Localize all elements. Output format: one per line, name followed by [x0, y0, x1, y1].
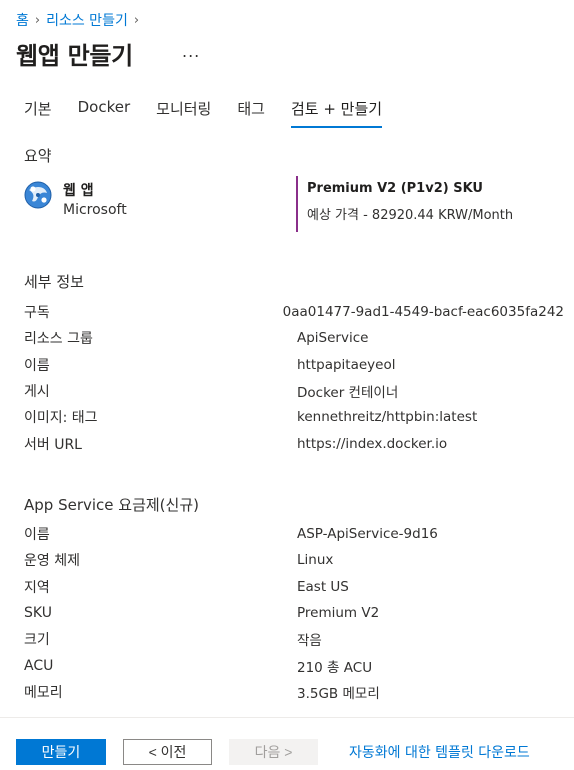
row-value: ApiService — [297, 330, 369, 347]
row-key: 구독 — [24, 305, 50, 322]
details-heading: 세부 정보 — [24, 273, 84, 291]
chevron-right-icon: › — [34, 12, 41, 28]
tab-tags[interactable]: 태그 — [237, 98, 265, 125]
sku-title: Premium V2 (P1v2) SKU — [307, 181, 483, 196]
table-row: 이미지: 태그 kennethreitz/httpbin:latest — [24, 404, 564, 430]
tab-docker[interactable]: Docker — [78, 98, 131, 125]
breadcrumb-create-resource-link[interactable]: 리소스 만들기 — [46, 10, 128, 30]
create-button[interactable]: 만들기 — [16, 739, 106, 765]
more-options-icon[interactable]: ... — [182, 42, 200, 61]
row-value: kennethreitz/httpbin:latest — [297, 409, 478, 426]
row-value: 3.5GB 메모리 — [297, 685, 380, 702]
table-row: 구독 0aa01477-9ad1-4549-bacf-eac6035fa242 — [24, 299, 564, 325]
row-key: 운영 체제 — [24, 553, 80, 570]
plan-list: 이름 ASP-ApiService-9d16 운영 체제 Linux 지역 East … — [24, 521, 564, 705]
summary-app: 웹 앱 Microsoft — [24, 180, 127, 218]
table-row: 이름 httpapitaeyeol — [24, 352, 564, 378]
app-name: 웹 앱 — [63, 183, 94, 199]
table-row: 서버 URL https://index.docker.io — [24, 430, 564, 456]
row-value: Premium V2 — [297, 605, 380, 622]
table-row: 게시 Docker 컨테이너 — [24, 378, 564, 404]
row-value: https://index.docker.io — [297, 435, 448, 452]
app-vendor: Microsoft — [63, 202, 127, 218]
row-key: 이미지: 태그 — [24, 410, 98, 427]
tab-review-create[interactable]: 검토 + 만들기 — [290, 98, 383, 128]
details-list: 구독 0aa01477-9ad1-4549-bacf-eac6035fa242 리… — [24, 299, 564, 457]
table-row: SKU Premium V2 — [24, 600, 564, 626]
previous-button[interactable]: < 이전 — [123, 739, 212, 765]
row-value: ASP-ApiService-9d16 — [297, 526, 438, 543]
web-app-icon — [24, 181, 52, 209]
sku-price: 예상 가격 - 82920.44 KRW/Month — [307, 208, 514, 223]
row-key: 크기 — [24, 632, 50, 649]
row-key: 지역 — [24, 579, 50, 596]
row-value: 210 총 ACU — [297, 659, 373, 676]
summary-heading: 요약 — [24, 147, 52, 165]
plan-heading: App Service 요금제(신규) — [24, 496, 199, 514]
tab-monitoring[interactable]: 모니터링 — [156, 98, 211, 125]
row-key: 서버 URL — [24, 436, 82, 453]
row-value: 0aa01477-9ad1-4549-bacf-eac6035fa242 — [282, 304, 564, 321]
row-key: 이름 — [24, 527, 50, 544]
chevron-right-icon: › — [133, 12, 140, 28]
row-key: 리소스 그룹 — [24, 331, 93, 348]
table-row: 리소스 그룹 ApiService — [24, 325, 564, 351]
tab-basics[interactable]: 기본 — [24, 98, 52, 125]
footer-actions: 만들기 < 이전 다음 > 자동화에 대한 템플릿 다운로드 — [16, 739, 530, 765]
page-title: 웹앱 만들기 — [16, 42, 133, 70]
download-template-link[interactable]: 자동화에 대한 템플릿 다운로드 — [349, 742, 530, 762]
sku-summary: Premium V2 (P1v2) SKU 예상 가격 - 82920.44 K… — [296, 176, 513, 232]
row-value: 작음 — [297, 633, 322, 650]
row-key: 게시 — [24, 384, 50, 401]
table-row: 운영 체제 Linux — [24, 547, 564, 573]
next-button[interactable]: 다음 > — [229, 739, 318, 765]
row-value: httpapitaeyeol — [297, 356, 396, 373]
row-value: East US — [297, 578, 349, 595]
table-row: 이름 ASP-ApiService-9d16 — [24, 521, 564, 547]
row-value: Docker 컨테이너 — [297, 385, 399, 402]
table-row: 지역 East US — [24, 574, 564, 600]
row-key: 이름 — [24, 357, 50, 374]
breadcrumb: 홈 › 리소스 만들기 › — [16, 10, 145, 30]
row-key: ACU — [24, 657, 54, 674]
footer-divider — [0, 717, 574, 718]
tab-bar: 기본 Docker 모니터링 태그 검토 + 만들기 — [24, 98, 408, 128]
table-row: ACU 210 총 ACU — [24, 652, 564, 678]
row-value: Linux — [297, 552, 334, 569]
breadcrumb-home-link[interactable]: 홈 — [16, 10, 29, 30]
table-row: 메모리 3.5GB 메모리 — [24, 679, 564, 705]
table-row: 크기 작음 — [24, 626, 564, 652]
row-key: SKU — [24, 605, 52, 622]
row-key: 메모리 — [24, 684, 63, 701]
